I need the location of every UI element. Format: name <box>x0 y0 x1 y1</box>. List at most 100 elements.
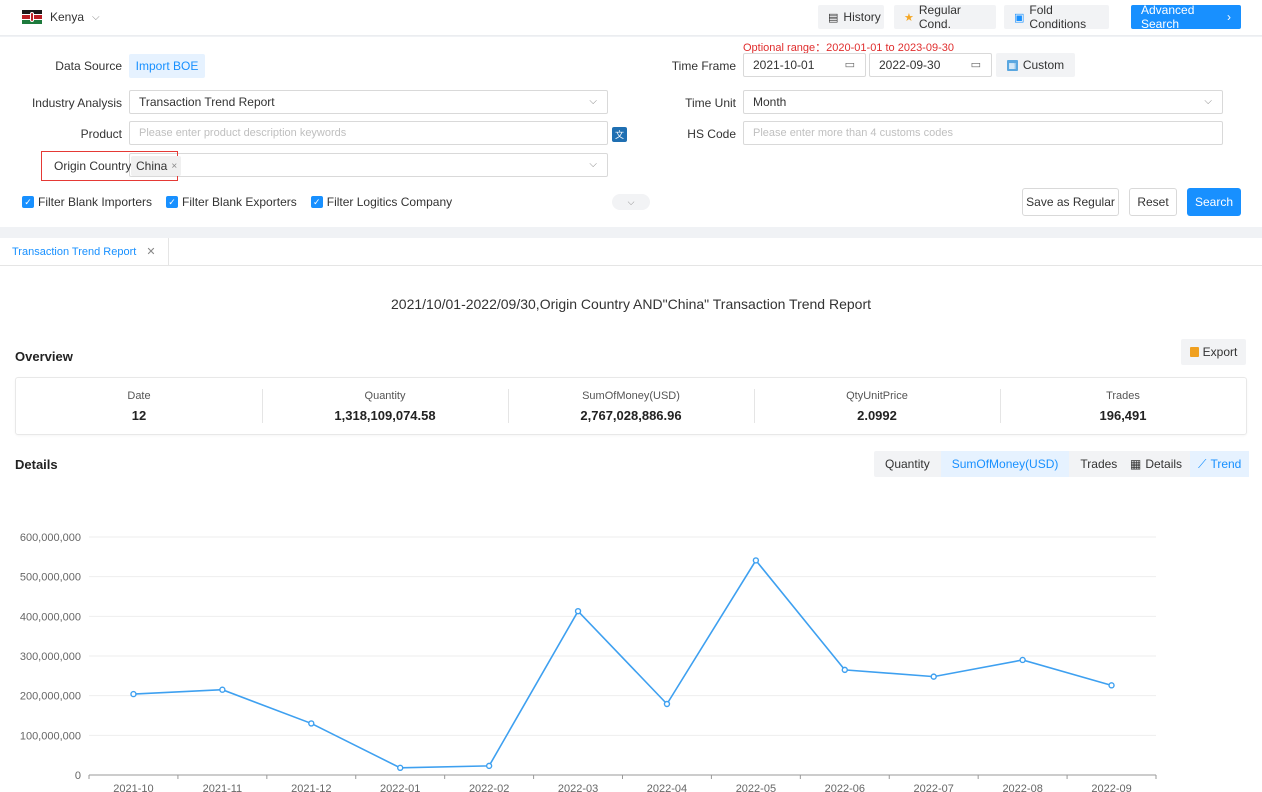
custom-range-button[interactable]: ▦ Custom <box>996 53 1075 77</box>
filter-blank-importers-checkbox[interactable]: ✓ Filter Blank Importers <box>22 195 152 209</box>
custom-icon: ▦ <box>1006 59 1018 71</box>
data-point <box>130 690 137 698</box>
history-button[interactable]: ▤ History <box>818 5 884 29</box>
check-icon: ✓ <box>22 196 34 208</box>
data-point <box>752 557 760 564</box>
regular-conditions-button[interactable]: ★ Regular Cond. <box>894 3 996 31</box>
filter-blank-exporters-checkbox[interactable]: ✓ Filter Blank Exporters <box>166 195 297 209</box>
overview-heading: Overview <box>15 349 73 364</box>
overview-card: Date 12 Quantity 1,318,109,074.58 SumOfM… <box>15 377 1247 435</box>
filter-logistics-company-checkbox[interactable]: ✓ Filter Logitics Company <box>310 195 453 209</box>
translate-icon[interactable]: 文 <box>612 127 627 142</box>
custom-label: Custom <box>1022 58 1065 72</box>
date-to-value: 2022-09-30 <box>879 58 941 72</box>
industry-analysis-label: Industry Analysis <box>31 96 122 110</box>
check-icon: ✓ <box>310 196 323 208</box>
details-heading: Details <box>15 457 58 472</box>
trend-icon: ⟋ <box>1198 456 1207 471</box>
hs-code-placeholder: Please enter more than 4 customs codes <box>753 127 953 139</box>
expand-filters-button[interactable]: ⌵ <box>612 194 650 210</box>
advanced-label: Advanced Search <box>1141 3 1195 31</box>
search-button[interactable]: Search <box>1187 188 1241 216</box>
tab-sum-of-money[interactable]: SumOfMoney(USD) <box>940 451 1070 477</box>
checkbox-label: Filter Logitics Company <box>326 195 453 209</box>
history-icon: ▤ <box>828 11 839 24</box>
tab-quantity[interactable]: Quantity <box>874 451 941 477</box>
save-as-regular-button[interactable]: Save as Regular <box>1022 188 1119 216</box>
report-title: 2021/10/01-2022/09/30,Origin Country AND… <box>391 296 871 312</box>
time-frame-label: Time Frame <box>671 59 736 73</box>
chevron-down-icon: ⌵ <box>1204 96 1212 107</box>
chevron-right-icon: › <box>1227 10 1231 24</box>
time-unit-label: Time Unit <box>685 96 736 110</box>
data-point <box>930 673 937 680</box>
history-label: History <box>843 10 881 24</box>
overview-value: 1,318,109,074.58 <box>334 407 436 423</box>
report-area: Transaction Trend Report ✕ 2021/10/01-20… <box>0 238 1262 792</box>
data-point <box>841 666 848 674</box>
origin-country-label: Origin Country <box>54 159 132 173</box>
export-button[interactable]: Export <box>1181 339 1246 365</box>
export-icon <box>1189 347 1199 357</box>
star-icon: ★ <box>904 11 914 24</box>
tab-trend[interactable]: ⟋ Trend <box>1190 451 1250 477</box>
reset-button[interactable]: Reset <box>1129 188 1177 216</box>
industry-analysis-select[interactable]: Transaction Trend Report ⌵ <box>129 90 608 114</box>
regular-label: Regular Cond. <box>918 3 961 31</box>
hs-code-input[interactable]: Please enter more than 4 customs codes <box>743 121 1223 145</box>
y-tick-label: 0 <box>75 770 81 782</box>
tab-trades[interactable]: Trades <box>1069 451 1128 477</box>
overview-value: 196,491 <box>1099 407 1147 423</box>
country-name: Kenya <box>50 10 85 24</box>
chevron-down-icon: ⌵ <box>589 159 597 170</box>
data-point <box>219 686 226 693</box>
x-tick-label: 2021-12 <box>291 783 331 792</box>
metric-switcher: Quantity SumOfMoney(USD) Trades <box>874 451 1129 477</box>
view-switcher: ▦ Details ⟋ Trend <box>1122 451 1250 477</box>
close-icon[interactable]: × <box>171 161 177 172</box>
overview-trades: Trades 196,491 <box>1000 378 1246 434</box>
date-to-field[interactable]: 2022-09-30 ▭ <box>869 53 992 77</box>
fold-conditions-button[interactable]: ▣ Fold Conditions <box>1004 3 1109 31</box>
overview-key: SumOfMoney(USD) <box>582 389 680 402</box>
trend-line-chart: 600,000,000 500,000,000 400,000,000 300,000… <box>20 532 1157 792</box>
y-tick-label: 500,000,000 <box>20 572 81 584</box>
overview-key: Quantity <box>364 389 406 402</box>
x-tick-label: 2022-01 <box>380 783 420 792</box>
view-label: Trend <box>1210 457 1242 471</box>
date-from-value: 2021-10-01 <box>753 58 815 72</box>
date-from-field[interactable]: 2021-10-01 ▭ <box>743 53 866 77</box>
data-point <box>663 700 671 708</box>
x-tick-label: 2021-10 <box>113 783 153 792</box>
tab-details[interactable]: ▦ Details <box>1122 451 1190 477</box>
tab-transaction-trend-report[interactable]: Transaction Trend Report ✕ <box>0 238 169 266</box>
industry-value: Transaction Trend Report <box>139 95 275 109</box>
y-tick-label: 100,000,000 <box>20 730 81 742</box>
data-point <box>1108 682 1115 689</box>
calendar-icon: ▭ <box>844 59 855 71</box>
data-source-import-boe[interactable]: Import BOE <box>129 54 205 78</box>
check-icon: ✓ <box>166 196 179 208</box>
fold-icon: ▣ <box>1014 11 1025 24</box>
overview-date: Date 12 <box>16 378 262 434</box>
overview-value: 2,767,028,886.96 <box>580 407 682 423</box>
y-tick-label: 600,000,000 <box>20 532 81 544</box>
checkbox-label: Filter Blank Importers <box>38 195 153 209</box>
product-input[interactable]: Please enter product description keyword… <box>129 121 608 145</box>
close-icon[interactable]: ✕ <box>146 245 155 258</box>
data-point <box>308 720 315 727</box>
advanced-search-button[interactable]: Advanced Search › <box>1131 3 1241 31</box>
kenya-flag-icon <box>22 10 42 24</box>
time-unit-select[interactable]: Month ⌵ <box>743 90 1223 114</box>
x-tick-label: 2022-09 <box>1091 783 1131 792</box>
export-label: Export <box>1202 345 1238 359</box>
data-point <box>485 762 493 770</box>
data-point <box>1019 656 1026 664</box>
overview-quantity: Quantity 1,318,109,074.58 <box>262 378 508 434</box>
x-tick-label: 2022-06 <box>825 783 865 792</box>
product-label: Product <box>80 127 122 141</box>
chevron-down-icon: ⌵ <box>589 96 597 107</box>
origin-country-select[interactable]: ⌵ <box>129 153 608 177</box>
country-selector[interactable]: Kenya ⌵ <box>22 10 100 24</box>
filter-checkboxes: ✓ Filter Blank Importers ✓ Filter Blank … <box>22 195 452 209</box>
